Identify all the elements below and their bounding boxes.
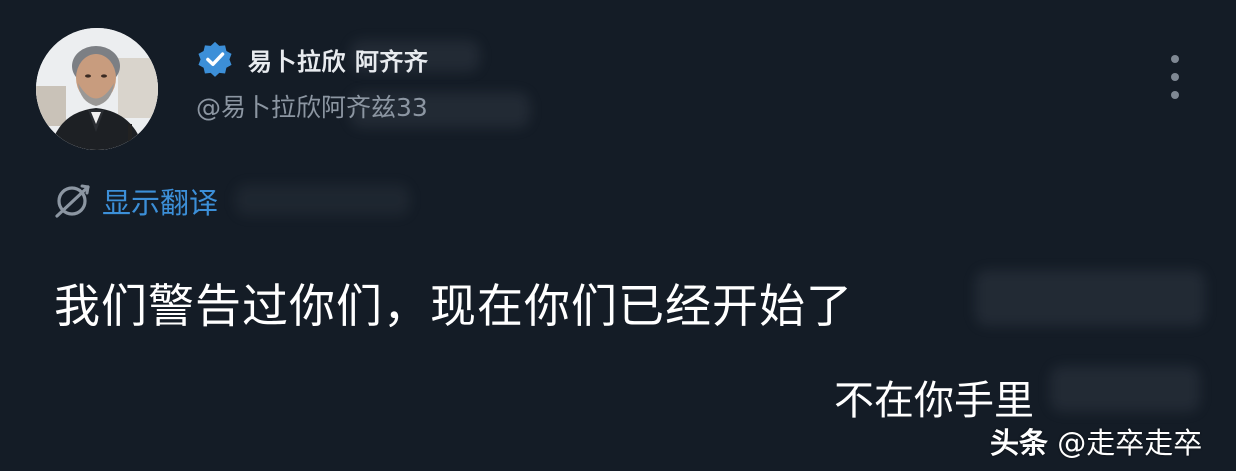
author-handle[interactable]: @易卜拉欣阿齐兹33 <box>196 88 428 124</box>
show-translation-label: 显示翻译 <box>102 186 219 220</box>
vertical-ellipsis-icon <box>1171 73 1179 81</box>
author-display-name[interactable]: 易卜拉欣 阿齐齐 <box>248 42 428 77</box>
translate-icon <box>55 184 90 218</box>
post-body-text: 我们警告过你们，现在你们已经开始了 <box>54 279 853 333</box>
blurred-text <box>975 270 1205 326</box>
vertical-ellipsis-icon <box>1171 55 1179 63</box>
watermark: 头条 @走卒走卒 <box>990 420 1202 462</box>
person-portrait-icon <box>36 28 158 150</box>
watermark-brand: 头条 <box>990 426 1049 460</box>
vertical-ellipsis-icon <box>1171 91 1179 99</box>
avatar[interactable] <box>36 28 158 150</box>
blurred-text <box>1050 366 1200 412</box>
post-screen: 易卜拉欣 阿齐齐 @易卜拉欣阿齐兹33 显示翻译 我们警告过你们，现在你们已经开… <box>0 0 1236 471</box>
overlay-caption: 不在你手里 <box>834 378 1034 424</box>
verified-badge-icon <box>198 41 232 77</box>
show-translation-button[interactable]: 显示翻译 <box>52 180 218 222</box>
more-options-button[interactable] <box>1158 55 1192 99</box>
author-name-row: 易卜拉欣 阿齐齐 <box>196 40 428 78</box>
watermark-account: @走卒走卒 <box>1057 426 1203 460</box>
blurred-text <box>235 184 410 216</box>
